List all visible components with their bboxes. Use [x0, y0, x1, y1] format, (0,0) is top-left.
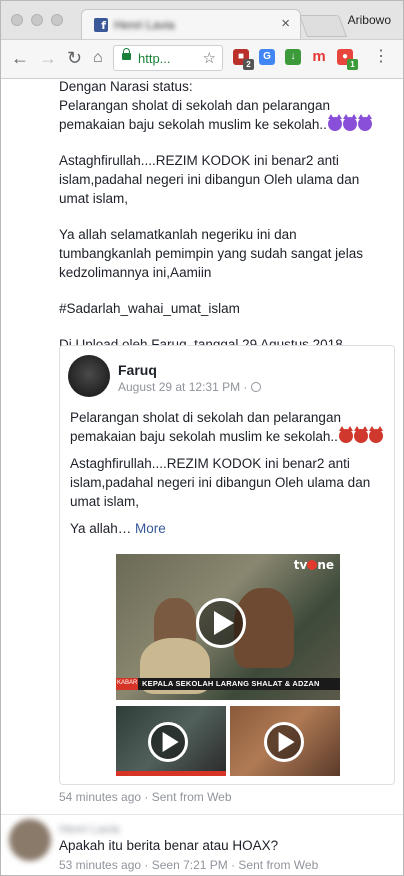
- shared-post-card[interactable]: Faruq August 29 at 12:31 PM · Pelarangan…: [59, 345, 395, 785]
- devil-emoji-icon: [368, 426, 383, 443]
- post-text: Pelarangan sholat di sekolah dan pelaran…: [70, 410, 341, 444]
- bookmark-star-icon[interactable]: ☆: [203, 49, 216, 67]
- message-line: Ya allah selamatkanlah negeriku ini dan …: [59, 227, 363, 280]
- browser-tab[interactable]: f Henri Lavia ×: [81, 9, 301, 39]
- divider: [1, 814, 403, 815]
- red-extension-icon[interactable]: ● 1: [337, 49, 358, 70]
- forward-arrow-icon[interactable]: →: [39, 48, 57, 68]
- play-icon[interactable]: [196, 598, 246, 648]
- avatar[interactable]: [68, 355, 110, 397]
- title-bar: f Henri Lavia × Aribowo: [1, 1, 403, 40]
- video-thumbnail-small[interactable]: [116, 706, 226, 776]
- url-text: http...: [138, 51, 171, 66]
- post-paragraph: Ya allah… More: [70, 519, 386, 538]
- devil-emoji-icon: [327, 114, 342, 131]
- message-line: Pelarangan sholat di sekolah dan pelaran…: [59, 96, 391, 134]
- reload-icon[interactable]: ↻: [67, 48, 82, 68]
- channel-logo: tv ne: [293, 558, 334, 572]
- messenger-thread: Dengan Narasi status: Pelarangan sholat …: [1, 79, 403, 875]
- see-more-link[interactable]: More: [135, 521, 166, 536]
- m-extension-icon[interactable]: m: [311, 49, 327, 65]
- avatar[interactable]: [9, 819, 51, 861]
- play-icon[interactable]: [148, 722, 188, 762]
- lock-icon: [122, 48, 131, 60]
- post-paragraph: Astaghfirullah....REZIM KODOK ini benar2…: [70, 456, 371, 509]
- profile-name[interactable]: Aribowo: [348, 13, 391, 27]
- ticker-strip: [116, 771, 226, 776]
- facebook-icon: f: [94, 18, 108, 32]
- sender-name[interactable]: Henri Lavia: [59, 822, 120, 836]
- message-meta: 53 minutes ago · Seen 7:21 PM · Sent fro…: [59, 858, 319, 872]
- zoom-window-button[interactable]: [51, 14, 63, 26]
- post-text: Ya allah…: [70, 521, 136, 536]
- browser-toolbar: ← → ↻ ⌂ http... ☆ ■ 2 G ↓ m ● 1 ⋮: [1, 40, 403, 79]
- devil-emoji-icon: [353, 426, 368, 443]
- post-paragraph: Pelarangan sholat di sekolah dan pelaran…: [70, 408, 386, 446]
- new-tab-button[interactable]: [298, 15, 348, 37]
- back-arrow-icon[interactable]: ←: [11, 48, 29, 68]
- address-bar[interactable]: http... ☆: [113, 45, 223, 71]
- ticker-tag: KABAR: [116, 678, 138, 690]
- message-line: Dengan Narasi status:: [59, 79, 193, 94]
- message-meta: 54 minutes ago · Sent from Web: [59, 790, 232, 804]
- home-icon[interactable]: ⌂: [93, 48, 103, 68]
- close-window-button[interactable]: [11, 14, 23, 26]
- post-body: Pelarangan sholat di sekolah dan pelaran…: [70, 408, 386, 546]
- tab-close-icon[interactable]: ×: [281, 16, 290, 31]
- post-timestamp[interactable]: August 29 at 12:31 PM ·: [118, 380, 261, 394]
- tab-title: Henri Lavia: [114, 18, 175, 32]
- ublock-icon[interactable]: ■ 2: [233, 49, 254, 70]
- news-ticker: KABAR KEPALA SEKOLAH LARANG SHALAT & ADZ…: [116, 678, 340, 690]
- play-icon[interactable]: [264, 722, 304, 762]
- browser-window: f Henri Lavia × Aribowo ← → ↻ ⌂ http... …: [0, 0, 404, 876]
- download-icon[interactable]: ↓: [285, 49, 301, 65]
- post-author[interactable]: Faruq: [118, 362, 157, 378]
- ticker-caption: KEPALA SEKOLAH LARANG SHALAT & ADZAN: [142, 679, 320, 688]
- message-bubble: Dengan Narasi status: Pelarangan sholat …: [59, 79, 391, 354]
- message-line: Astaghfirullah....REZIM KODOK ini benar2…: [59, 153, 360, 206]
- reply-message: Apakah itu berita benar atau HOAX?: [59, 838, 279, 853]
- video-thumbnail-small[interactable]: [230, 706, 340, 776]
- hashtag-line: #Sadarlah_wahai_umat_islam: [59, 301, 240, 316]
- message-text: Pelarangan sholat di sekolah dan pelaran…: [59, 98, 330, 132]
- video-thumbnail-main[interactable]: tv ne KABAR KEPALA SEKOLAH LARANG SHALAT …: [116, 554, 340, 700]
- timestamp-text: August 29 at 12:31 PM ·: [118, 380, 251, 394]
- menu-dots-icon[interactable]: ⋮: [373, 49, 389, 65]
- devil-emoji-icon: [342, 114, 357, 131]
- globe-icon: [250, 382, 261, 392]
- minimize-window-button[interactable]: [31, 14, 43, 26]
- devil-emoji-icon: [357, 114, 372, 131]
- translate-icon[interactable]: G: [259, 49, 275, 65]
- devil-emoji-icon: [338, 426, 353, 443]
